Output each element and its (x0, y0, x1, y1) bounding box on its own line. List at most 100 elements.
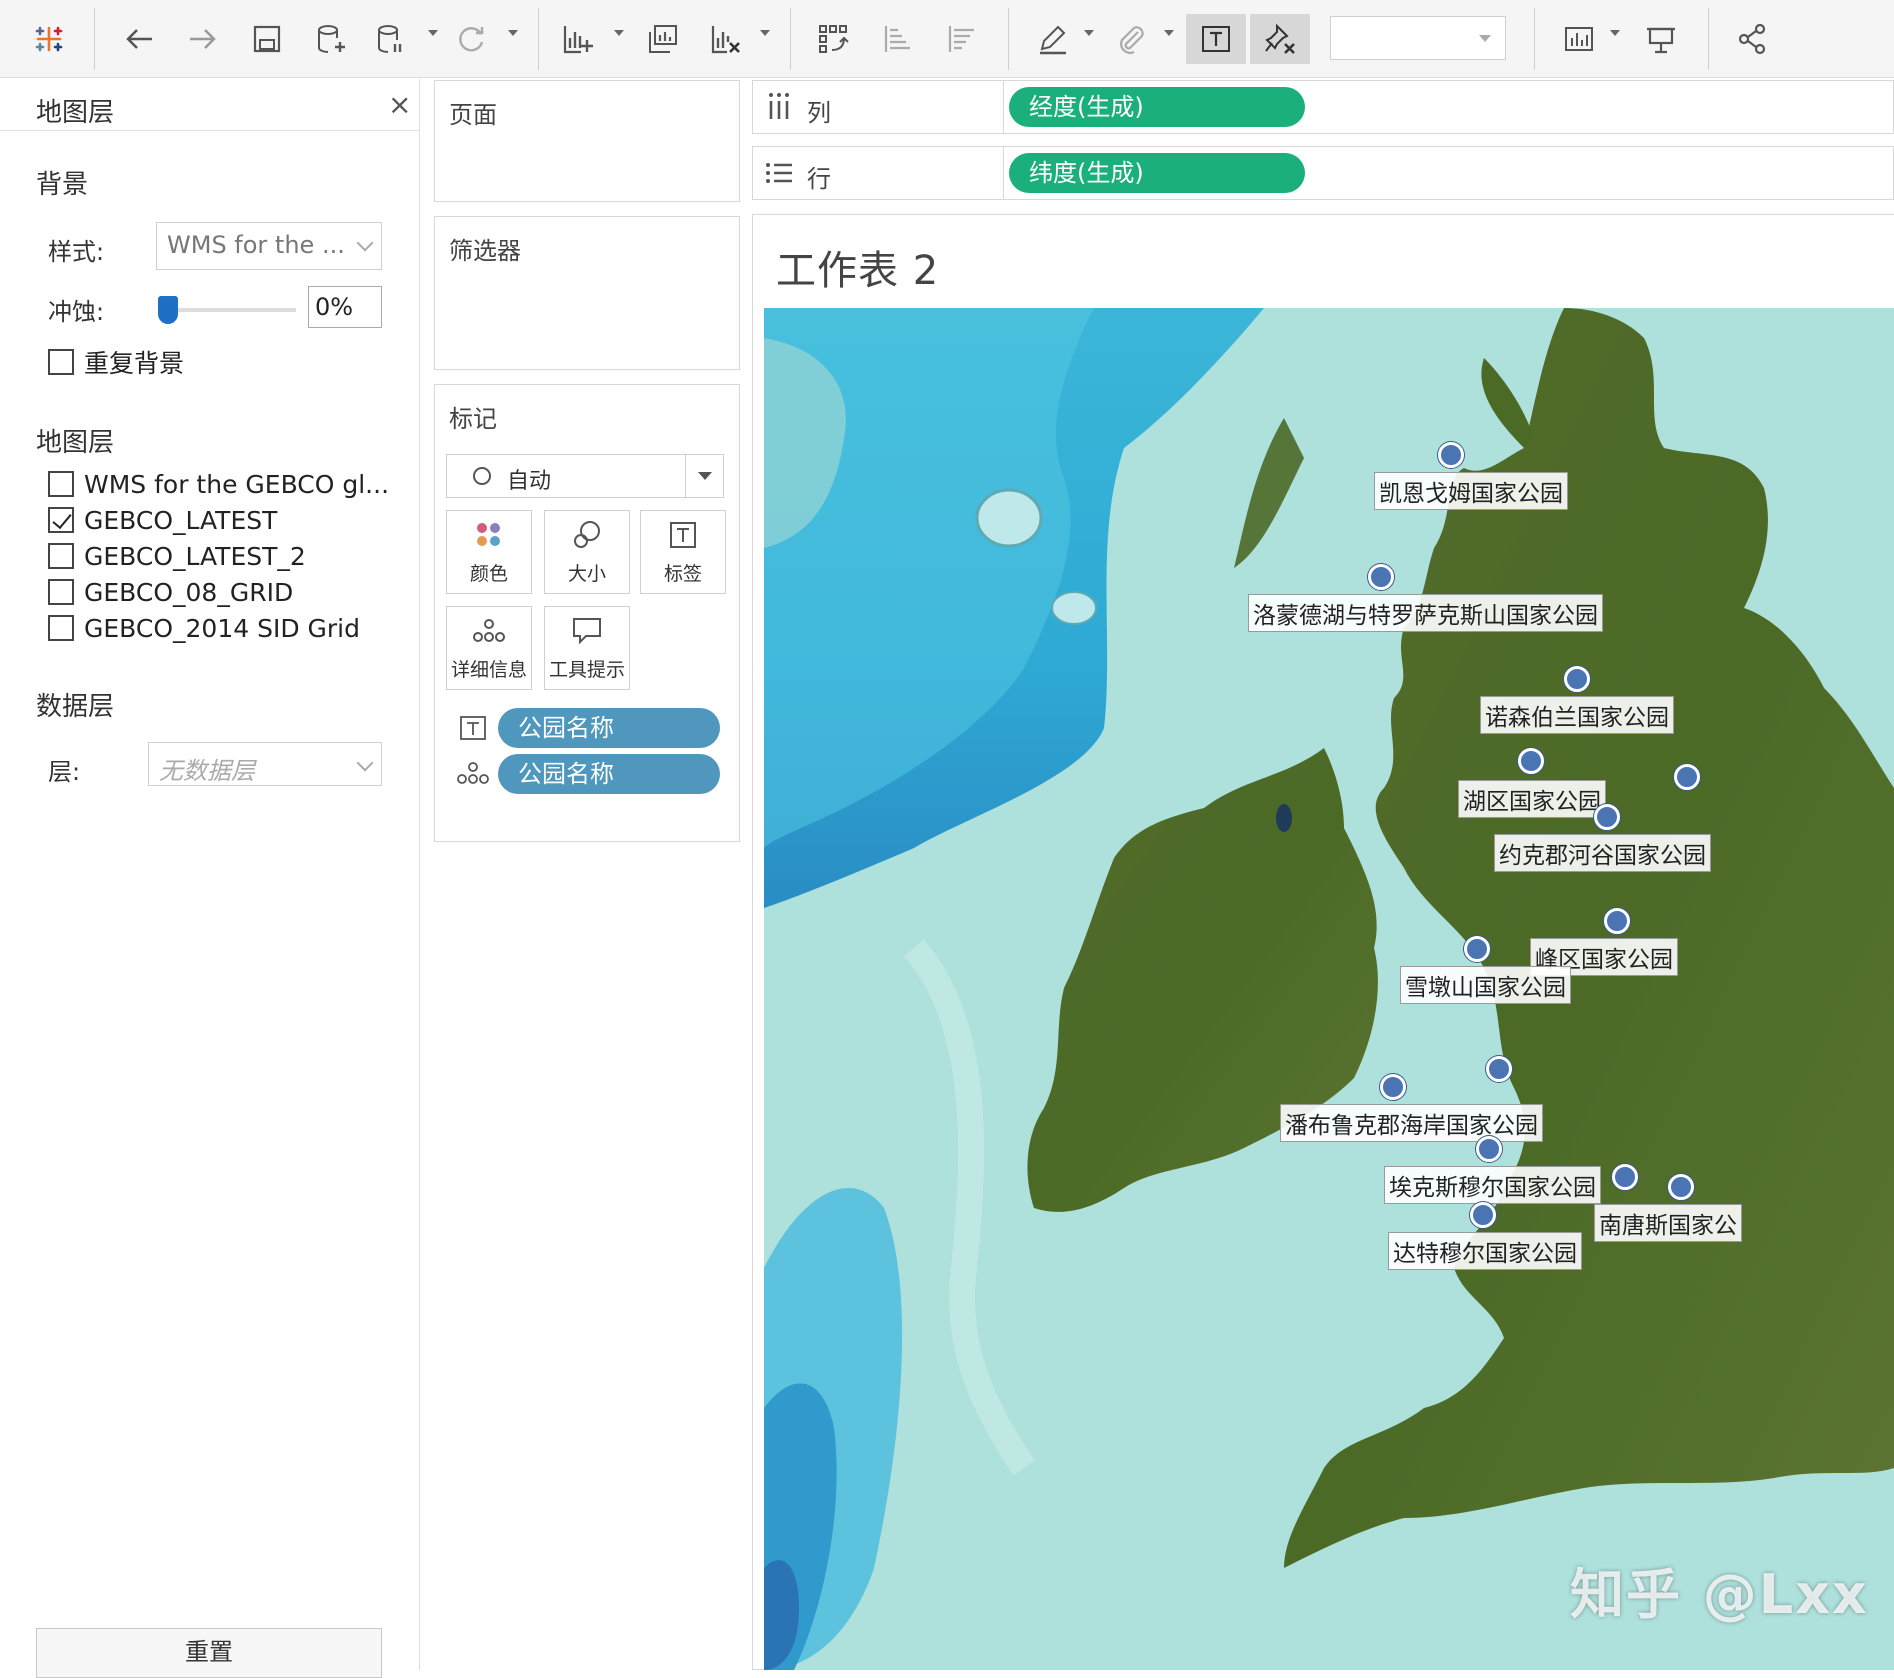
size-button[interactable]: 大小 (544, 510, 630, 594)
chevron-down-icon[interactable] (428, 30, 438, 36)
layer-row[interactable]: WMS for the GEBCO gl... (48, 468, 389, 500)
layer-label: GEBCO_08_GRID (84, 577, 294, 607)
map-view[interactable]: 凯恩戈姆国家公园 洛蒙德湖与特罗萨克斯山国家公园 诺森伯兰国家公园 湖区国家公园… (764, 308, 1894, 1670)
sort-ascending-icon[interactable] (872, 14, 922, 64)
new-datasource-icon[interactable] (306, 14, 356, 64)
fix-axes-icon[interactable] (1250, 14, 1310, 64)
repeat-background-row[interactable]: 重复背景 (48, 346, 184, 378)
map-marker[interactable] (1476, 1136, 1502, 1162)
map-marker[interactable] (1470, 1202, 1496, 1228)
tooltip-button[interactable]: 工具提示 (544, 606, 630, 690)
park-label[interactable]: 湖区国家公园 (1458, 780, 1606, 818)
tableau-logo-icon[interactable] (24, 14, 74, 64)
detail-button[interactable]: 详细信息 (446, 606, 532, 690)
repeat-background-checkbox[interactable] (48, 349, 74, 375)
presentation-icon[interactable] (1636, 14, 1686, 64)
back-arrow-icon[interactable] (114, 14, 164, 64)
layer-row[interactable]: GEBCO_08_GRID (48, 576, 293, 608)
swap-icon[interactable] (808, 14, 858, 64)
sort-descending-icon[interactable] (936, 14, 986, 64)
layer-checkbox[interactable] (48, 615, 74, 641)
park-label[interactable]: 雪墩山国家公园 (1400, 966, 1571, 1004)
layer-checkbox[interactable] (48, 471, 74, 497)
size-button-label: 大小 (567, 563, 606, 585)
washout-input[interactable]: 0% (308, 286, 382, 328)
layer-label: GEBCO_LATEST (84, 505, 278, 535)
label-field-pill[interactable]: 公园名称 (498, 708, 720, 748)
columns-shelf-label: 列 (807, 99, 831, 127)
chevron-down-icon[interactable] (1610, 30, 1620, 36)
map-marker[interactable] (1564, 666, 1590, 692)
save-icon[interactable] (242, 14, 292, 64)
park-label[interactable]: 达特穆尔国家公园 (1388, 1232, 1582, 1270)
layer-checkbox[interactable] (48, 579, 74, 605)
map-marker[interactable] (1594, 804, 1620, 830)
color-dots-icon (447, 511, 531, 559)
map-marker[interactable] (1674, 764, 1700, 790)
park-label[interactable]: 埃克斯穆尔国家公园 (1384, 1166, 1601, 1204)
data-layer-placeholder: 无数据层 (159, 757, 255, 785)
pages-card[interactable]: 页面 (434, 80, 740, 202)
data-layer-select[interactable]: 无数据层 (148, 742, 382, 786)
map-marker[interactable] (1438, 442, 1464, 468)
refresh-icon[interactable] (446, 14, 496, 64)
duplicate-sheet-icon[interactable] (638, 14, 688, 64)
detail-button-label: 详细信息 (450, 659, 527, 681)
layer-checkbox[interactable] (48, 507, 74, 533)
columns-shelf[interactable]: 列 经度(生成) (752, 80, 1894, 134)
map-marker[interactable] (1368, 564, 1394, 590)
latitude-pill[interactable]: 纬度(生成) (1009, 153, 1305, 193)
text-label-icon (641, 511, 725, 559)
forward-arrow-icon[interactable] (178, 14, 228, 64)
chevron-down-icon[interactable] (1084, 30, 1094, 36)
share-icon[interactable] (1728, 14, 1778, 64)
style-select-value: WMS for the ... (167, 231, 345, 259)
map-marker[interactable] (1518, 748, 1544, 774)
park-label[interactable]: 洛蒙德湖与特罗萨克斯山国家公园 (1248, 594, 1603, 632)
layer-row[interactable]: GEBCO_LATEST (48, 504, 277, 536)
map-marker[interactable] (1604, 908, 1630, 934)
layer-row[interactable]: GEBCO_2014 SID Grid (48, 612, 360, 644)
park-label[interactable]: 南唐斯国家公 (1594, 1204, 1742, 1242)
longitude-pill[interactable]: 经度(生成) (1009, 87, 1305, 127)
panel-title: 地图层 (36, 98, 115, 128)
fit-dropdown[interactable] (1330, 16, 1506, 60)
toolbar-separator (1534, 8, 1535, 70)
park-label[interactable]: 诺森伯兰国家公园 (1480, 696, 1674, 734)
layer-checkbox[interactable] (48, 543, 74, 569)
chevron-down-icon[interactable] (1164, 30, 1174, 36)
mark-type-select[interactable]: 自动 (446, 454, 724, 498)
park-label[interactable]: 潘布鲁克郡海岸国家公园 (1280, 1104, 1543, 1142)
clear-sheet-icon[interactable] (700, 14, 750, 64)
chevron-down-icon[interactable] (614, 30, 624, 36)
close-icon[interactable]: × (388, 88, 411, 121)
detail-field-pill[interactable]: 公园名称 (498, 754, 720, 794)
datasource-pause-icon[interactable] (366, 14, 416, 64)
filters-card[interactable]: 筛选器 (434, 216, 740, 370)
map-marker[interactable] (1612, 1164, 1638, 1190)
park-label[interactable]: 凯恩戈姆国家公园 (1374, 472, 1568, 510)
paperclip-icon[interactable] (1106, 14, 1156, 64)
style-select[interactable]: WMS for the ... (156, 222, 382, 270)
chevron-down-icon[interactable] (508, 30, 518, 36)
map-marker[interactable] (1464, 936, 1490, 962)
highlight-pen-icon[interactable] (1028, 14, 1078, 64)
map-marker[interactable] (1668, 1174, 1694, 1200)
washout-slider-track[interactable] (160, 308, 296, 312)
chevron-down-icon[interactable] (760, 30, 770, 36)
divider (1003, 81, 1004, 133)
chevron-down-icon[interactable] (685, 455, 723, 497)
show-me-icon[interactable] (1554, 14, 1604, 64)
new-worksheet-icon[interactable] (552, 14, 602, 64)
show-labels-icon[interactable] (1186, 14, 1246, 64)
color-button[interactable]: 颜色 (446, 510, 532, 594)
rows-shelf[interactable]: 行 纬度(生成) (752, 146, 1894, 200)
layer-row[interactable]: GEBCO_LATEST_2 (48, 540, 306, 572)
sheet-title: 工作表 2 (776, 248, 940, 294)
map-marker[interactable] (1380, 1074, 1406, 1100)
map-marker[interactable] (1486, 1056, 1512, 1082)
park-label[interactable]: 约克郡河谷国家公园 (1494, 834, 1711, 872)
reset-button[interactable]: 重置 (36, 1628, 382, 1678)
washout-slider-handle[interactable] (158, 296, 178, 324)
label-button[interactable]: 标签 (640, 510, 726, 594)
